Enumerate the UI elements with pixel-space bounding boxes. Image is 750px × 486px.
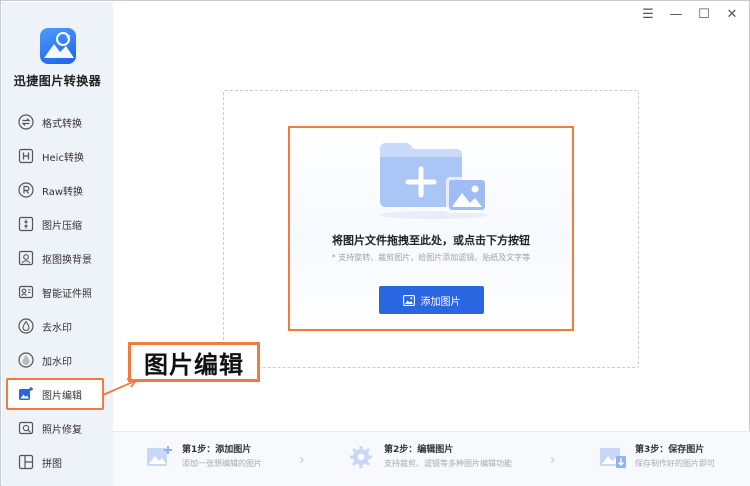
menu-icon[interactable]: ☰ [641,7,655,23]
annotation-arrow [102,378,138,396]
window-controls: ☰ — ☐ ✕ [641,7,739,23]
heic-icon [17,147,35,165]
sidebar-item-id-photo[interactable]: 智能证件照 [2,275,113,309]
compress-icon [17,215,35,233]
step-title: 第1步：添加图片 [182,445,252,455]
sidebar-item-image-edit[interactable]: 图片编辑 [2,377,113,411]
drop-zone-title: 将图片文件拖拽至此处，或点击下方按钮 [332,234,530,247]
minimize-icon[interactable]: — [669,7,683,23]
step-1: 第1步：添加图片 添加一张想编辑的图片 [146,444,262,471]
add-image-icon [147,446,172,466]
sidebar-item-label: 图片编辑 [42,390,82,402]
cutout-icon [17,249,35,267]
sidebar-item-cutout[interactable]: 抠图换背景 [2,241,113,275]
sidebar-item-compress[interactable]: 图片压缩 [2,207,113,241]
steps-bar: 第1步：添加图片 添加一张想编辑的图片 › 第2步：编辑图片 支持裁剪、滤镜等多… [113,431,750,486]
drop-zone-subtitle: * 支持旋转、裁剪图片，给图片添加滤镜、贴纸及文字等 [331,253,531,262]
sidebar-item-add-watermark[interactable]: 加水印 [2,343,113,377]
add-watermark-icon [17,351,35,369]
app-name: 迅捷图片转换器 [13,74,102,88]
raw-icon [17,181,35,199]
step-title: 第2步：编辑图片 [384,445,454,455]
sidebar-item-label: 去水印 [42,322,72,334]
edit-gear-icon [350,446,372,468]
id-photo-icon [17,283,35,301]
step-title: 第3步：保存图片 [635,445,705,455]
folder-image-illustration [380,143,488,219]
maximize-icon[interactable]: ☐ [697,7,711,23]
app-logo [40,28,76,64]
sidebar-item-photo-repair[interactable]: 照片修复 [2,411,113,445]
sidebar-nav: 格式转换 Heic转换 Raw转换 图片压缩 抠图换背景 智能证件照 去水印 加… [2,105,113,479]
sidebar-item-collage[interactable]: 拼图 [2,445,113,479]
annotation-callout: 图片编辑 [128,342,260,382]
step-desc: 添加一张想编辑的图片 [182,459,262,468]
sidebar-item-label: Raw转换 [42,186,84,198]
chevron-right-icon: › [550,452,556,468]
sidebar-item-label: 加水印 [42,356,72,368]
sidebar-item-label: 智能证件照 [42,288,92,300]
step-desc: 保存制作好的图片即可 [635,459,715,468]
sidebar-item-label: 图片压缩 [42,220,82,232]
sidebar-item-label: 抠图换背景 [42,254,92,266]
close-icon[interactable]: ✕ [725,7,739,23]
add-image-button-label: 添加图片 [420,296,461,308]
save-image-icon [600,448,626,468]
sidebar-item-label: 格式转换 [42,118,82,130]
collage-icon [17,453,35,471]
sidebar-item-format-convert[interactable]: 格式转换 [2,105,113,139]
swap-icon [17,113,35,131]
app-window: 迅捷图片转换器 格式转换 Heic转换 Raw转换 图片压缩 抠图换背景 智能证… [0,0,750,486]
sidebar: 迅捷图片转换器 格式转换 Heic转换 Raw转换 图片压缩 抠图换背景 智能证… [2,2,113,486]
image-edit-icon [17,385,35,403]
sidebar-item-label: 拼图 [42,458,62,470]
step-2: 第2步：编辑图片 支持裁剪、滤镜等多种图片编辑功能 [348,444,512,471]
sidebar-item-raw[interactable]: Raw转换 [2,173,113,207]
sidebar-item-label: Heic转换 [42,152,84,164]
step-3: 第3步：保存图片 保存制作好的图片即可 [599,444,715,471]
sidebar-item-remove-watermark[interactable]: 去水印 [2,309,113,343]
image-icon [402,294,415,306]
annotation-label: 图片编辑 [144,350,244,379]
photo-repair-icon [17,419,35,437]
step-desc: 支持裁剪、滤镜等多种图片编辑功能 [384,459,512,468]
remove-watermark-icon [17,317,35,335]
add-image-button[interactable]: 添加图片 [379,286,484,314]
chevron-right-icon: › [299,452,305,468]
sidebar-item-label: 照片修复 [42,424,82,436]
sidebar-item-heic[interactable]: Heic转换 [2,139,113,173]
